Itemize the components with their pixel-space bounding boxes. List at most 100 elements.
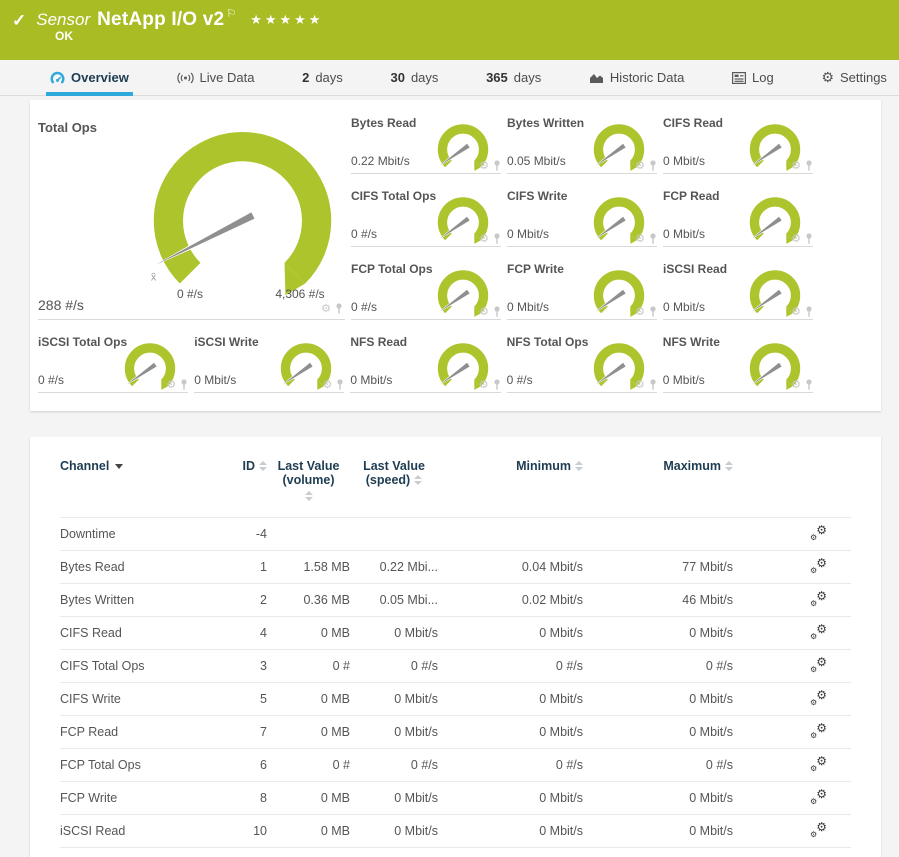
tab-bar: Overview Live Data 2 days 30 days 365 da… [0,60,899,96]
pin-icon[interactable] [493,233,501,244]
gear-icon: ⚙ [821,71,834,85]
gauge-value: 0 #/s [351,300,377,314]
pin-icon[interactable] [493,160,501,171]
channel-settings-gear-icon[interactable]: ⚙⚙ [811,789,827,804]
pin-icon[interactable] [649,379,657,390]
gear-icon[interactable]: ⚙ [479,306,489,317]
gear-icon[interactable]: ⚙ [166,379,176,390]
gauge-tile: iSCSI Read 0 Mbit/s ⚙ [663,258,813,320]
table-row: iSCSI Read 10 0 MB 0 Mbit/s 0 Mbit/s 0 M… [60,815,851,848]
tab-settings[interactable]: ⚙ Settings [819,60,889,95]
pin-icon[interactable] [335,303,343,314]
gear-icon[interactable]: ⚙ [791,160,801,171]
gauge-title: iSCSI Total Ops [38,335,127,349]
gear-icon[interactable]: ⚙ [635,160,645,171]
channel-settings-gear-icon[interactable]: ⚙⚙ [811,657,827,672]
cell-minimum: 0.04 Mbit/s [438,551,583,584]
column-header-last-value-volume[interactable]: Last Value (volume) [267,439,350,518]
gauge-title: FCP Read [663,189,719,203]
cell-id: 6 [210,749,267,782]
gear-icon[interactable]: ⚙ [791,306,801,317]
cell-last-value-speed: 0 Mbit/s [350,815,438,848]
cell-last-value-speed: 0 #/s [350,749,438,782]
pin-icon[interactable] [805,379,813,390]
cell-last-value-volume: 0 # [267,749,350,782]
gauge-icon [50,71,65,85]
tab-live-data[interactable]: Live Data [175,60,257,95]
cell-channel: Downtime [60,518,210,551]
gauge-tile: FCP Total Ops 0 #/s ⚙ [351,258,501,320]
tab-label: days [514,70,541,85]
gauge-value: 0 #/s [507,373,533,387]
pin-icon[interactable] [493,306,501,317]
channel-settings-gear-icon[interactable]: ⚙⚙ [811,591,827,606]
column-header-maximum[interactable]: Maximum [583,439,733,518]
cell-minimum: 0 Mbit/s [438,716,583,749]
tab-historic-data[interactable]: Historic Data [587,60,686,95]
column-header-actions [733,439,851,518]
tab-30-days[interactable]: 30 days [388,60,440,95]
gauge-title: CIFS Read [663,116,723,130]
channel-settings-gear-icon[interactable]: ⚙⚙ [811,822,827,837]
tab-log[interactable]: Log [730,60,776,95]
cell-channel: FCP Total Ops [60,749,210,782]
gear-icon[interactable]: ⚙ [791,233,801,244]
channel-settings-gear-icon[interactable]: ⚙⚙ [811,690,827,705]
pin-icon[interactable] [336,379,344,390]
sensor-header: ✓ Sensor NetApp I/O v2 ⚐ ★★★★★ OK [0,0,899,60]
table-row: Downtime -4 ⚙⚙ [60,518,851,551]
column-header-last-value-speed[interactable]: Last Value (speed) [350,439,438,518]
pin-icon[interactable] [649,306,657,317]
cell-actions: ⚙⚙ [733,584,851,617]
column-header-channel[interactable]: Channel [60,439,210,518]
priority-stars[interactable]: ★★★★★ [250,12,323,28]
pin-icon[interactable] [805,233,813,244]
gear-icon[interactable]: ⚙ [635,379,645,390]
gear-icon[interactable]: ⚙ [479,233,489,244]
cell-minimum: 0 Mbit/s [438,683,583,716]
channel-settings-gear-icon[interactable]: ⚙⚙ [811,723,827,738]
gauge-tile: Bytes Read 0.22 Mbit/s ⚙ [351,112,501,174]
pin-icon[interactable] [649,160,657,171]
column-header-minimum[interactable]: Minimum [438,439,583,518]
pin-icon[interactable] [180,379,188,390]
gear-icon[interactable]: ⚙ [791,379,801,390]
sensor-kind-label: Sensor [36,10,90,30]
tab-2-days[interactable]: 2 days [300,60,345,95]
gauge-title: NFS Read [350,335,407,349]
channel-settings-gear-icon[interactable]: ⚙⚙ [811,756,827,771]
cell-maximum: 77 Mbit/s [583,551,733,584]
gauge-min-label: 0 #/s [150,287,230,301]
channel-settings-gear-icon[interactable]: ⚙⚙ [811,525,827,540]
pin-icon[interactable] [493,379,501,390]
gauge-tile: FCP Read 0 Mbit/s ⚙ [663,185,813,247]
cell-id: 8 [210,782,267,815]
sort-icon [259,461,267,471]
cell-actions: ⚙⚙ [733,617,851,650]
cell-channel: iSCSI Read [60,815,210,848]
cell-last-value-speed: 0.05 Mbi... [350,584,438,617]
cell-id: 7 [210,716,267,749]
tab-365-days[interactable]: 365 days [484,60,543,95]
gear-icon[interactable]: ⚙ [635,306,645,317]
channel-settings-gear-icon[interactable]: ⚙⚙ [811,624,827,639]
pin-icon[interactable] [805,160,813,171]
gear-icon[interactable]: ⚙ [479,379,489,390]
gauges-panel: Total Ops x̄ 0 #/s 4,306 #/s 288 #/s ⚙ [30,100,881,411]
pin-icon[interactable] [805,306,813,317]
cell-maximum: 0 Mbit/s [583,683,733,716]
channel-settings-gear-icon[interactable]: ⚙⚙ [811,558,827,573]
gear-icon[interactable]: ⚙ [321,303,331,314]
tab-overview[interactable]: Overview [48,60,131,95]
gear-icon[interactable]: ⚙ [323,379,333,390]
gauge-title: CIFS Total Ops [351,189,436,203]
gauge-max-label: 4,306 #/s [255,287,345,301]
broadcast-icon [177,72,194,84]
gear-icon[interactable]: ⚙ [479,160,489,171]
column-header-id[interactable]: ID [210,439,267,518]
cell-actions: ⚙⚙ [733,551,851,584]
flag-icon[interactable]: ⚐ [226,7,236,20]
cell-maximum: 0 Mbit/s [583,782,733,815]
pin-icon[interactable] [649,233,657,244]
gear-icon[interactable]: ⚙ [635,233,645,244]
